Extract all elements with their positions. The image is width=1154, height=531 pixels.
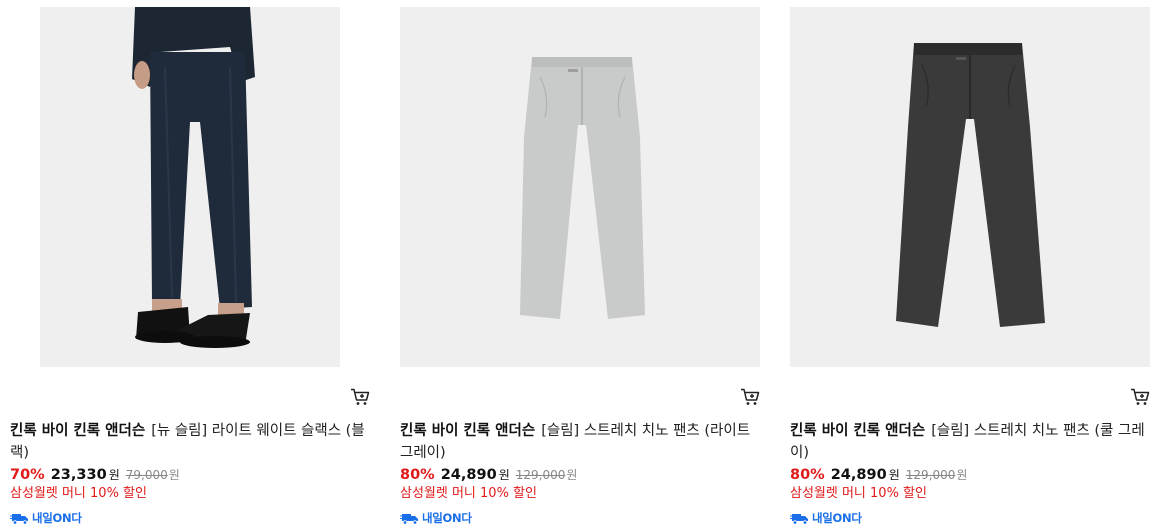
- original-currency-unit: 원: [168, 468, 180, 482]
- product-brand: 킨록 바이 킨록 앤더슨: [10, 423, 146, 439]
- delivery-badge: 내일ON다: [10, 510, 82, 526]
- product-brand: 킨록 바이 킨록 앤더슨: [400, 423, 536, 439]
- grey-chino-pants-image: [400, 7, 760, 367]
- currency-unit: 원: [108, 468, 120, 482]
- original-price: 79,000: [125, 468, 168, 482]
- currency-unit: 원: [888, 468, 900, 482]
- delivery-truck-icon: [10, 514, 28, 525]
- product-image[interactable]: [400, 7, 760, 367]
- original-currency-unit: 원: [956, 468, 968, 482]
- price-row: 70% 23,330 원 79,000 원: [10, 466, 186, 486]
- delivery-badge: 내일ON다: [790, 510, 862, 526]
- cart-icon: [351, 388, 370, 405]
- product-image[interactable]: [790, 7, 1150, 367]
- add-to-cart-button[interactable]: [1130, 388, 1150, 406]
- promo-text: 삼성월렛 머니 10% 할인: [10, 486, 147, 501]
- add-to-cart-button[interactable]: [350, 388, 370, 406]
- product-image[interactable]: [40, 7, 340, 367]
- delivery-label: 내일ON다: [422, 511, 472, 525]
- original-price: 129,000: [905, 468, 956, 482]
- price-row: 80% 24,890 원 129,000 원: [790, 466, 973, 486]
- original-price: 129,000: [515, 468, 566, 482]
- product-card[interactable]: 킨록 바이 킨록 앤더슨 [슬림] 스트레치 치노 팬츠 (쿨 그레이) 80% …: [790, 0, 1154, 531]
- product-title[interactable]: 킨록 바이 킨록 앤더슨 [슬림] 스트레치 치노 팬츠 (라이트 그레이): [400, 420, 762, 464]
- sale-price: 23,330: [50, 467, 107, 483]
- original-currency-unit: 원: [566, 468, 578, 482]
- delivery-label: 내일ON다: [812, 511, 862, 525]
- charcoal-chino-pants-image: [790, 7, 1150, 367]
- cart-icon: [741, 388, 760, 405]
- product-title[interactable]: 킨록 바이 킨록 앤더슨 [뉴 슬림] 라이트 웨이트 슬랙스 (블랙): [10, 420, 372, 464]
- add-to-cart-button[interactable]: [740, 388, 760, 406]
- product-card[interactable]: 킨록 바이 킨록 앤더슨 [슬림] 스트레치 치노 팬츠 (라이트 그레이) 80…: [400, 0, 770, 531]
- price-row: 80% 24,890 원 129,000 원: [400, 466, 583, 486]
- product-card[interactable]: 킨록 바이 킨록 앤더슨 [뉴 슬림] 라이트 웨이트 슬랙스 (블랙) 70% …: [10, 0, 380, 531]
- product-title[interactable]: 킨록 바이 킨록 앤더슨 [슬림] 스트레치 치노 팬츠 (쿨 그레이): [790, 420, 1152, 464]
- sale-price: 24,890: [440, 467, 497, 483]
- discount-rate: 70%: [10, 467, 45, 483]
- cart-icon: [1131, 388, 1150, 405]
- currency-unit: 원: [498, 468, 510, 482]
- delivery-badge: 내일ON다: [400, 510, 472, 526]
- delivery-truck-icon: [790, 514, 808, 525]
- promo-text: 삼성월렛 머니 10% 할인: [400, 486, 537, 501]
- promo-text: 삼성월렛 머니 10% 할인: [790, 486, 927, 501]
- discount-rate: 80%: [790, 467, 825, 483]
- product-brand: 킨록 바이 킨록 앤더슨: [790, 423, 926, 439]
- delivery-label: 내일ON다: [32, 511, 82, 525]
- model-wearing-pants-image: [40, 7, 340, 367]
- discount-rate: 80%: [400, 467, 435, 483]
- sale-price: 24,890: [830, 467, 887, 483]
- delivery-truck-icon: [400, 514, 418, 525]
- product-grid: 킨록 바이 킨록 앤더슨 [뉴 슬림] 라이트 웨이트 슬랙스 (블랙) 70% …: [0, 0, 1154, 531]
